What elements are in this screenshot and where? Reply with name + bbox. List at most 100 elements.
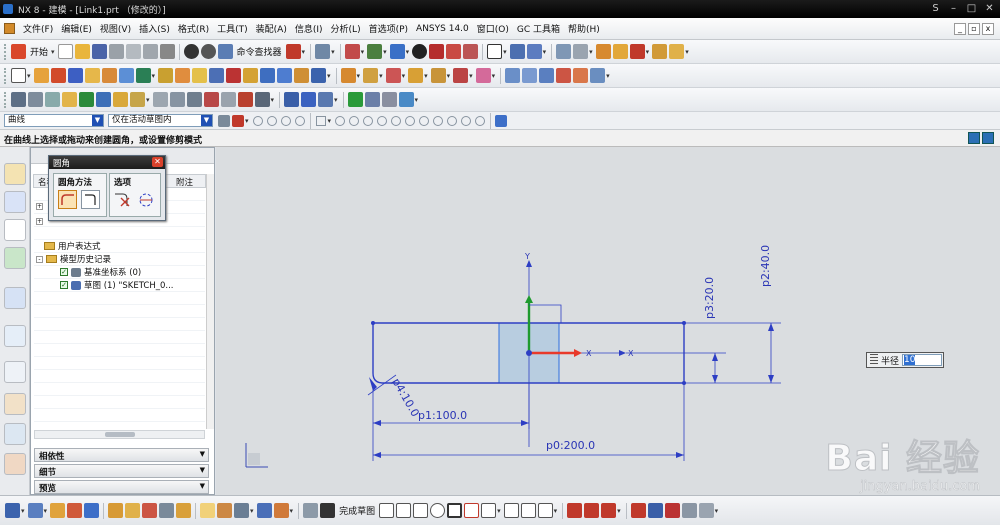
snap-point-icon[interactable] <box>232 114 244 127</box>
snap-onpoint-icon[interactable] <box>363 115 374 126</box>
sketch-plane-icon[interactable] <box>28 92 43 107</box>
cone-icon[interactable] <box>101 68 117 83</box>
delete-icon[interactable] <box>159 44 175 59</box>
system-menu-icon[interactable] <box>4 23 15 34</box>
box-select-icon[interactable] <box>315 115 326 126</box>
start-button[interactable]: 开始 <box>30 45 48 58</box>
orient-view-icon[interactable] <box>367 44 383 59</box>
curve-bridge-icon[interactable] <box>203 92 219 107</box>
render-style-icon[interactable] <box>389 44 405 59</box>
checkbox-icon[interactable]: ✓ <box>60 281 68 289</box>
section-icon[interactable] <box>526 44 542 59</box>
rib-icon[interactable] <box>243 68 259 83</box>
curve-project-icon[interactable] <box>169 92 185 107</box>
menu-ansys[interactable]: ANSYS 14.0 <box>412 24 473 34</box>
view-full-icon[interactable] <box>982 132 994 144</box>
snap-view-icon[interactable] <box>67 503 83 518</box>
expand-icon[interactable]: + <box>36 203 43 210</box>
redo-icon[interactable] <box>200 44 216 59</box>
pocket-icon[interactable] <box>175 68 191 83</box>
spline-icon[interactable] <box>537 503 553 518</box>
offset-face-icon[interactable] <box>430 68 446 83</box>
mirror-icon[interactable] <box>475 68 491 83</box>
visible-icon[interactable] <box>463 44 479 59</box>
layer-icon[interactable] <box>446 44 462 59</box>
groove-icon[interactable] <box>226 68 242 83</box>
intersect-icon[interactable] <box>294 68 310 83</box>
geometric-constraints-icon[interactable] <box>630 503 646 518</box>
hole-icon[interactable] <box>135 68 151 83</box>
snap-existing-icon[interactable] <box>419 115 430 126</box>
maximize-icon[interactable]: □ <box>965 2 978 15</box>
vertex-point[interactable] <box>371 321 375 325</box>
menu-help[interactable]: 帮助(H) <box>564 22 604 35</box>
menu-insert[interactable]: 插入(S) <box>135 22 174 35</box>
system-materials-tab[interactable] <box>4 423 26 445</box>
menu-info[interactable]: 信息(I) <box>291 22 327 35</box>
save-icon[interactable] <box>91 44 107 59</box>
sphere-icon[interactable] <box>118 68 134 83</box>
curve-offset-icon[interactable] <box>152 92 168 107</box>
trim-body-icon[interactable] <box>311 68 327 83</box>
snap-midpoint-icon[interactable] <box>349 115 360 126</box>
draft-icon[interactable] <box>408 68 424 83</box>
origin-point[interactable] <box>526 350 532 356</box>
table-icon[interactable] <box>381 92 397 107</box>
snap-center-icon[interactable] <box>405 115 416 126</box>
navigator-hscroll[interactable] <box>34 430 205 439</box>
assembly-navigator-tab[interactable] <box>4 163 26 185</box>
subtract-icon[interactable] <box>277 68 293 83</box>
snap-face-icon[interactable] <box>461 115 472 126</box>
type-filter-select[interactable]: 曲线 ▼ <box>4 114 104 127</box>
spreadsheet-icon[interactable] <box>398 92 414 107</box>
sketch-icon[interactable] <box>11 68 26 83</box>
dimension-p1[interactable]: p1:100.0 <box>418 409 467 422</box>
curve-join-icon[interactable] <box>220 92 236 107</box>
arc-tool-icon[interactable] <box>125 503 141 518</box>
assembly-selection-icon[interactable] <box>495 114 508 127</box>
untrim-fillet-button[interactable] <box>81 190 100 209</box>
menu-view[interactable]: 视图(V) <box>96 22 135 35</box>
tools-icon[interactable] <box>669 44 685 59</box>
arc-icon[interactable] <box>413 503 429 518</box>
convert-reference-icon[interactable] <box>681 503 697 518</box>
intersection-point-icon[interactable] <box>294 115 305 126</box>
expression-icon[interactable] <box>364 92 380 107</box>
end-point-icon[interactable] <box>252 115 263 126</box>
selection-scope-select[interactable]: 仅在活动草图内 ▼ <box>108 114 213 127</box>
repeat-command-icon[interactable] <box>285 44 301 59</box>
sketch-preferences-icon[interactable] <box>303 503 319 518</box>
dimension-p0[interactable]: p0:200.0 <box>546 439 595 452</box>
snap-cross-icon[interactable] <box>433 115 444 126</box>
assembly-nav-icon[interactable] <box>556 44 572 59</box>
pattern-icon[interactable] <box>453 68 469 83</box>
circle-icon[interactable] <box>430 503 446 518</box>
datum-axis-icon[interactable] <box>301 92 317 107</box>
point-icon[interactable] <box>520 503 536 518</box>
close-icon[interactable]: ✕ <box>152 157 163 167</box>
part-navigator-tab[interactable] <box>4 219 26 241</box>
edge-blend-icon[interactable] <box>340 68 356 83</box>
view-fit-icon[interactable] <box>968 132 980 144</box>
cut-icon[interactable] <box>108 44 124 59</box>
profile-tool-icon[interactable] <box>379 503 395 518</box>
line-tool-icon[interactable] <box>108 503 124 518</box>
doc-restore-icon[interactable]: ▫ <box>968 22 980 35</box>
quick-trim-icon[interactable] <box>567 503 583 518</box>
open-icon[interactable] <box>74 44 90 59</box>
revolve-icon[interactable] <box>50 68 66 83</box>
sketch-task-icon[interactable] <box>11 92 26 107</box>
fit-icon[interactable] <box>344 44 360 59</box>
make-corner-icon[interactable] <box>601 503 617 518</box>
drag-handle-icon[interactable] <box>870 354 878 366</box>
profile-icon[interactable] <box>62 92 77 107</box>
pad-icon[interactable] <box>192 68 208 83</box>
ruler-icon[interactable] <box>652 44 668 59</box>
reattach-icon[interactable] <box>130 92 145 107</box>
body-icon[interactable] <box>256 503 272 518</box>
fillet-tool-icon[interactable] <box>447 503 463 518</box>
measure-icon[interactable] <box>595 44 611 59</box>
alternate-solution-tool-icon[interactable] <box>698 503 714 518</box>
snap-curve-icon[interactable] <box>447 115 458 126</box>
line-icon[interactable] <box>396 503 412 518</box>
